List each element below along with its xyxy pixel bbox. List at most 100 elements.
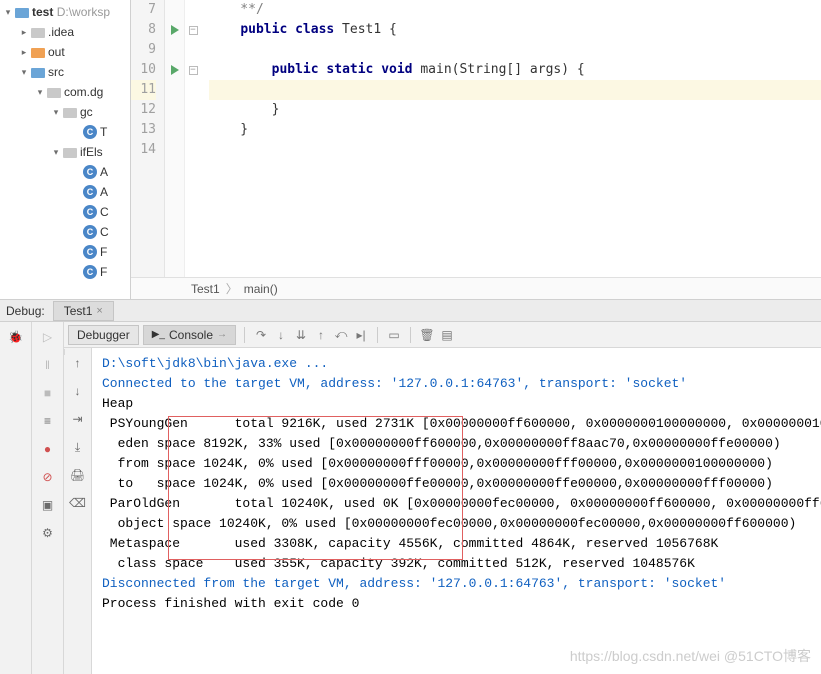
tab-console[interactable]: ▶_Console→ xyxy=(143,325,236,345)
tree-class-file[interactable]: CF xyxy=(0,242,130,262)
editor-run-gutter xyxy=(165,0,185,277)
pause-icon[interactable]: ‖ xyxy=(39,356,57,374)
close-icon[interactable]: × xyxy=(96,305,102,317)
settings-icon[interactable]: ⚙ xyxy=(39,524,57,542)
chevron-down-icon: ▾ xyxy=(50,147,62,158)
drop-frame-icon[interactable]: ⤺ xyxy=(333,327,349,343)
force-step-into-icon[interactable]: ⇊ xyxy=(293,327,309,343)
chevron-right-icon: ▸ xyxy=(18,27,30,38)
tree-class-file[interactable]: CC xyxy=(0,202,130,222)
mute-breakpoints-icon[interactable]: ● xyxy=(39,440,57,458)
step-out-icon[interactable]: ↑ xyxy=(313,327,329,343)
console-line: Heap xyxy=(102,394,811,414)
up-icon[interactable]: ↑ xyxy=(69,354,87,372)
class-icon: C xyxy=(82,204,98,220)
down-icon[interactable]: ↓ xyxy=(69,382,87,400)
console-line: D:\soft\jdk8\bin\java.exe ... xyxy=(102,354,811,374)
layout-icon[interactable]: ▤ xyxy=(439,327,455,343)
tree-root-label: test xyxy=(32,5,53,19)
tab-debugger[interactable]: Debugger xyxy=(68,325,139,345)
watermark: https://blog.csdn.net/wei @51CTO博客 xyxy=(570,646,811,666)
console-line: Connected to the target VM, address: '12… xyxy=(102,374,811,394)
tree-class-file[interactable]: CA xyxy=(0,182,130,202)
scroll-to-end-icon[interactable]: ⤓ xyxy=(69,438,87,456)
project-tree[interactable]: ▾ test D:\worksp ▸ .idea ▸ out ▾ src ▾ c… xyxy=(0,0,131,299)
tree-label: src xyxy=(48,65,64,79)
tree-root-path: D:\worksp xyxy=(57,5,110,19)
class-icon: C xyxy=(82,184,98,200)
project-icon xyxy=(14,4,30,20)
breadcrumb-item[interactable]: main() xyxy=(244,282,278,296)
chevron-right-icon: ▸ xyxy=(18,47,30,58)
breadcrumb[interactable]: Test1 〉 main() xyxy=(131,277,821,299)
class-icon: C xyxy=(82,244,98,260)
fold-icon[interactable]: − xyxy=(189,66,198,75)
console-output[interactable]: D:\soft\jdk8\bin\java.exe ... Connected … xyxy=(92,348,821,674)
breakpoints-icon[interactable]: ⊘ xyxy=(39,468,57,486)
tree-label: com.dg xyxy=(64,85,103,99)
debug-session-tab[interactable]: Test1 × xyxy=(53,301,114,321)
soft-wrap-icon[interactable]: ⇥ xyxy=(69,410,87,428)
step-over-icon[interactable]: ↷ xyxy=(253,327,269,343)
editor-gutter: 7 8 9 10 11 12 13 14 xyxy=(131,0,165,277)
tree-gc[interactable]: ▾ gc xyxy=(0,102,130,122)
stop-icon[interactable]: ■ xyxy=(39,384,57,402)
class-icon: C xyxy=(82,164,98,180)
run-icon[interactable] xyxy=(171,65,179,75)
console-line: Metaspace used 3308K, capacity 4556K, co… xyxy=(102,534,811,554)
run-to-cursor-icon[interactable]: ▸| xyxy=(353,327,369,343)
tree-label: ifEls xyxy=(80,145,103,159)
chevron-right-icon: 〉 xyxy=(226,280,238,297)
package-icon xyxy=(62,104,78,120)
console-line: eden space 8192K, 33% used [0x00000000ff… xyxy=(102,434,811,454)
trash-icon[interactable]: 🗑 xyxy=(419,327,435,343)
console-line: class space used 355K, capacity 392K, co… xyxy=(102,554,811,574)
tree-root[interactable]: ▾ test D:\worksp xyxy=(0,2,130,22)
tree-label: .idea xyxy=(48,25,74,39)
console-line: Process finished with exit code 0 xyxy=(102,594,811,614)
console-line: ParOldGen total 10240K, used 0K [0x00000… xyxy=(102,494,811,514)
camera-icon[interactable]: ▣ xyxy=(39,496,57,514)
folder-icon xyxy=(30,64,46,80)
console-line: from space 1024K, 0% used [0x00000000fff… xyxy=(102,454,811,474)
debug-step-rail: ▷ ‖ ■ ≡ ● ⊘ ▣ ⚙ xyxy=(32,322,64,674)
class-icon: C xyxy=(82,224,98,240)
tree-idea[interactable]: ▸ .idea xyxy=(0,22,130,42)
breadcrumb-item[interactable]: Test1 xyxy=(191,282,220,296)
print-icon[interactable]: 🖨 xyxy=(69,466,87,484)
tree-ifels[interactable]: ▾ ifEls xyxy=(0,142,130,162)
console-line: object space 10240K, 0% used [0x00000000… xyxy=(102,514,811,534)
debug-left-rail: 🐞 xyxy=(0,322,32,674)
class-icon: C xyxy=(82,264,98,280)
debug-label: Debug: xyxy=(6,304,45,318)
tree-pkg[interactable]: ▾ com.dg xyxy=(0,82,130,102)
editor-code[interactable]: **/ public class Test1 { public static v… xyxy=(201,0,821,277)
tree-class-file[interactable]: C T xyxy=(0,122,130,142)
tab-label: Test1 xyxy=(64,304,93,318)
folder-icon xyxy=(30,44,46,60)
resume-icon[interactable]: ▷ xyxy=(39,328,57,346)
tree-class-file[interactable]: CC xyxy=(0,222,130,242)
run-icon[interactable] xyxy=(171,25,179,35)
console-line: Disconnected from the target VM, address… xyxy=(102,574,811,594)
clear-icon[interactable]: ⌫ xyxy=(69,494,87,512)
tree-src[interactable]: ▾ src xyxy=(0,62,130,82)
rerun-icon[interactable]: 🐞 xyxy=(7,328,25,346)
chevron-down-icon: ▾ xyxy=(2,7,14,18)
console-rail: ↑ ↓ ⇥ ⤓ 🖨 ⌫ xyxy=(64,348,92,674)
tree-class-file[interactable]: CF xyxy=(0,262,130,282)
fold-icon[interactable]: − xyxy=(189,26,198,35)
debug-header: Debug: Test1 × xyxy=(0,300,821,322)
console-line: to space 1024K, 0% used [0x00000000ffe00… xyxy=(102,474,811,494)
chevron-down-icon: ▾ xyxy=(18,67,30,78)
tree-out[interactable]: ▸ out xyxy=(0,42,130,62)
class-icon: C xyxy=(82,124,98,140)
debug-toolbar: Debugger ▶_Console→ ↷ ↓ ⇊ ↑ ⤺ ▸| ▭ 🗑 ▤ xyxy=(64,322,821,348)
package-icon xyxy=(62,144,78,160)
evaluate-expression-icon[interactable]: ▭ xyxy=(386,327,402,343)
view-breakpoints-icon[interactable]: ≡ xyxy=(39,412,57,430)
code-editor[interactable]: 7 8 9 10 11 12 13 14 − − xyxy=(131,0,821,277)
tree-label: T xyxy=(100,125,107,139)
step-into-icon[interactable]: ↓ xyxy=(273,327,289,343)
tree-class-file[interactable]: CA xyxy=(0,162,130,182)
